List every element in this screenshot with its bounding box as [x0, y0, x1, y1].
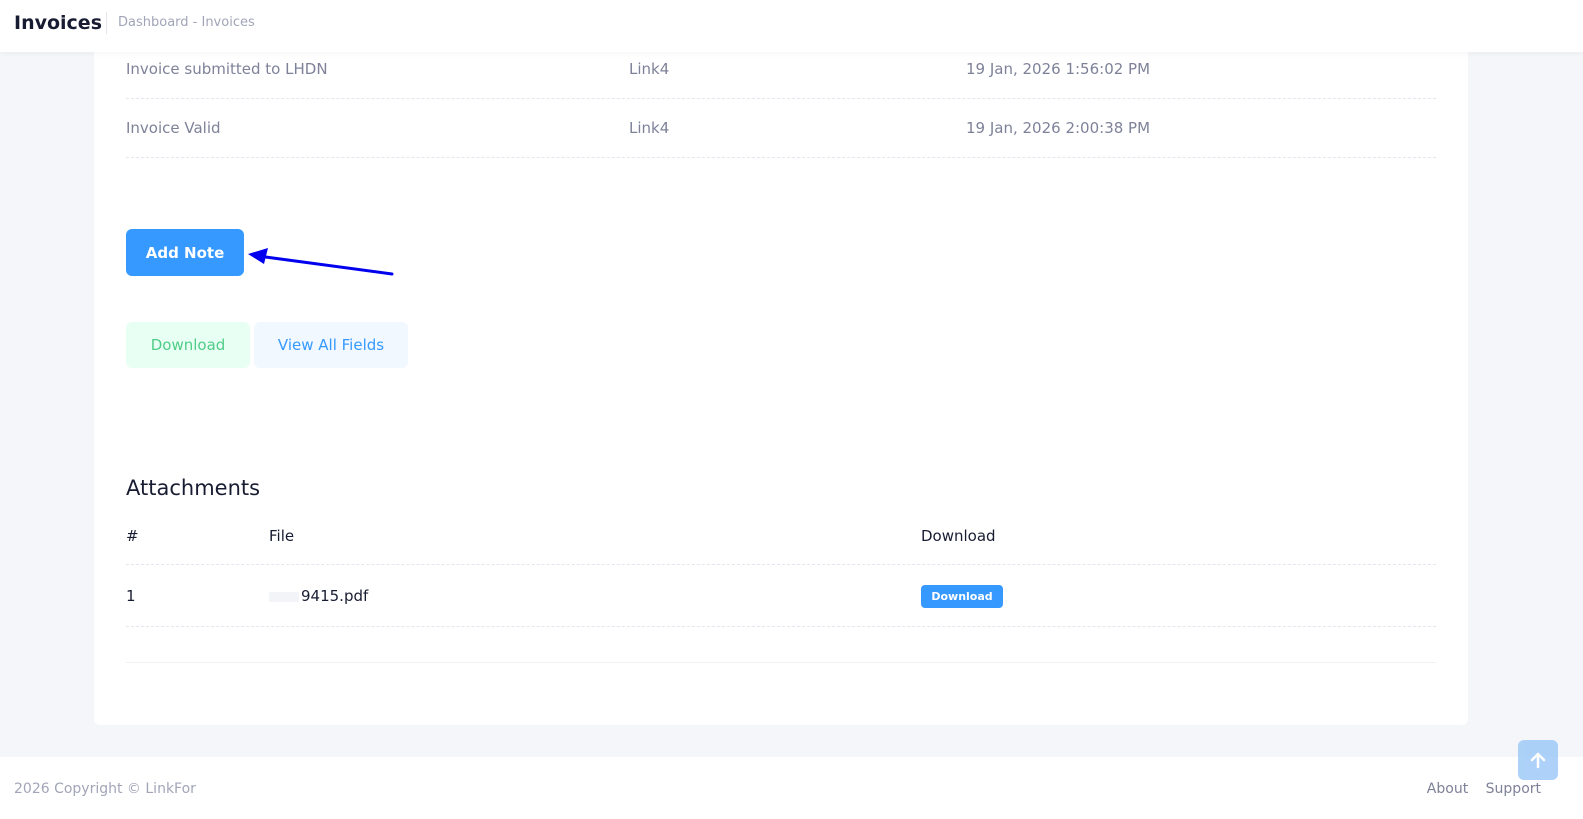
page-header: Invoices Dashboard - Invoices — [0, 0, 1583, 52]
history-row: Invoice Valid Link4 19 Jan, 2026 2:00:38… — [126, 99, 1436, 158]
page-title: Invoices — [14, 12, 103, 34]
history-event: Invoice Valid — [126, 119, 221, 137]
footer-link-about[interactable]: About — [1427, 781, 1468, 797]
column-header-number: # — [126, 527, 139, 545]
download-button[interactable]: Download — [126, 322, 250, 368]
attachment-number: 1 — [126, 587, 136, 605]
arrow-left-icon — [248, 248, 394, 276]
column-header-download: Download — [921, 527, 996, 545]
add-note-button[interactable]: Add Note — [126, 229, 244, 276]
footer-links: About Support — [1414, 781, 1541, 797]
history-event: Invoice submitted to LHDN — [126, 60, 328, 78]
table-row: 1 9415.pdf Download — [126, 565, 1436, 627]
history-user: Link4 — [629, 119, 670, 137]
attachment-filename: 9415.pdf — [301, 587, 369, 605]
history-time: 19 Jan, 2026 1:56:02 PM — [966, 60, 1151, 78]
column-header-file: File — [269, 527, 295, 545]
page-footer: 2026 Copyright © LinkFor About Support — [0, 757, 1583, 819]
breadcrumb[interactable]: Dashboard - Invoices — [118, 15, 255, 30]
redacted-text — [269, 591, 299, 602]
attachment-download-button[interactable]: Download — [921, 585, 1003, 608]
scroll-top-button[interactable] — [1518, 740, 1558, 780]
table-divider — [126, 662, 1436, 663]
header-divider — [106, 12, 107, 34]
attachments-title: Attachments — [126, 476, 261, 500]
footer-link-support[interactable]: Support — [1486, 781, 1541, 797]
history-time: 19 Jan, 2026 2:00:38 PM — [966, 119, 1151, 137]
attachment-file: 9415.pdf — [269, 587, 368, 605]
history-user: Link4 — [629, 60, 670, 78]
view-all-fields-button[interactable]: View All Fields — [254, 322, 408, 368]
attachments-table-header: # File Download — [126, 522, 1436, 565]
arrow-up-icon — [1530, 752, 1546, 769]
footer-copyright: 2026 Copyright © LinkFor — [14, 781, 196, 797]
